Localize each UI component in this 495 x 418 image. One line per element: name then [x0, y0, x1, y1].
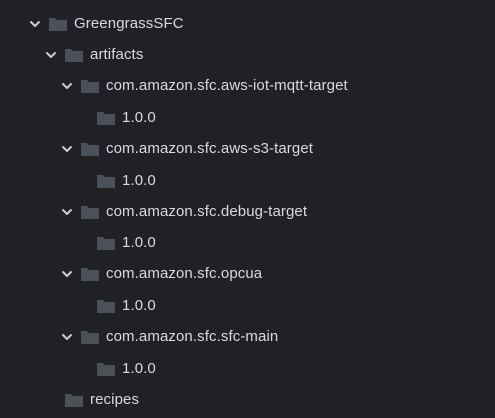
file-tree: GreengrassSFC artifacts com.amazon.sfc.a…	[0, 0, 495, 418]
tree-item-label: com.amazon.sfc.debug-target	[106, 203, 308, 220]
chevron-down-icon[interactable]	[28, 17, 42, 31]
tree-item-label: 1.0.0	[122, 297, 156, 314]
tree-item-aws-iot-mqtt-target[interactable]: com.amazon.sfc.aws-iot-mqtt-target	[60, 74, 348, 98]
tree-item-version[interactable]: 1.0.0	[76, 294, 156, 318]
chevron-down-icon[interactable]	[60, 330, 74, 344]
tree-item-version[interactable]: 1.0.0	[76, 106, 156, 130]
tree-item-label: 1.0.0	[122, 172, 156, 189]
tree-item-label: com.amazon.sfc.opcua	[106, 265, 263, 282]
folder-icon	[64, 392, 84, 408]
folder-icon	[80, 266, 100, 282]
tree-item-recipes[interactable]: recipes	[44, 388, 139, 412]
tree-item-artifacts[interactable]: artifacts	[44, 43, 143, 67]
tree-item-version[interactable]: 1.0.0	[76, 231, 156, 255]
tree-item-label: com.amazon.sfc.aws-iot-mqtt-target	[106, 77, 348, 94]
tree-item-label: recipes	[90, 391, 140, 408]
chevron-down-icon[interactable]	[60, 267, 74, 281]
tree-item-label: artifacts	[90, 46, 144, 63]
tree-item-label: 1.0.0	[122, 234, 156, 251]
chevron-down-icon[interactable]	[60, 79, 74, 93]
tree-item-version[interactable]: 1.0.0	[76, 357, 156, 381]
folder-icon	[96, 110, 116, 126]
tree-item-label: com.amazon.sfc.sfc-main	[106, 328, 279, 345]
folder-icon	[96, 173, 116, 189]
folder-icon	[80, 329, 100, 345]
tree-item-label: 1.0.0	[122, 109, 156, 126]
tree-item-aws-s3-target[interactable]: com.amazon.sfc.aws-s3-target	[60, 137, 313, 161]
folder-icon	[96, 235, 116, 251]
tree-item-sfc-main[interactable]: com.amazon.sfc.sfc-main	[60, 325, 278, 349]
folder-icon	[96, 361, 116, 377]
chevron-down-icon[interactable]	[60, 142, 74, 156]
folder-icon	[80, 141, 100, 157]
folder-icon	[80, 78, 100, 94]
clipped-tree-item-label	[43, 0, 463, 2]
tree-item-debug-target[interactable]: com.amazon.sfc.debug-target	[60, 200, 307, 224]
folder-icon	[48, 16, 68, 32]
tree-item-greengrasssfc[interactable]: GreengrassSFC	[28, 12, 184, 36]
folder-icon	[64, 47, 84, 63]
chevron-down-icon[interactable]	[60, 205, 74, 219]
chevron-down-icon[interactable]	[44, 48, 58, 62]
tree-item-label: com.amazon.sfc.aws-s3-target	[106, 140, 314, 157]
tree-item-version[interactable]: 1.0.0	[76, 169, 156, 193]
folder-icon	[80, 204, 100, 220]
folder-icon	[96, 298, 116, 314]
tree-item-label: GreengrassSFC	[74, 15, 184, 32]
tree-item-opcua[interactable]: com.amazon.sfc.opcua	[60, 262, 262, 286]
tree-item-label: 1.0.0	[122, 360, 156, 377]
